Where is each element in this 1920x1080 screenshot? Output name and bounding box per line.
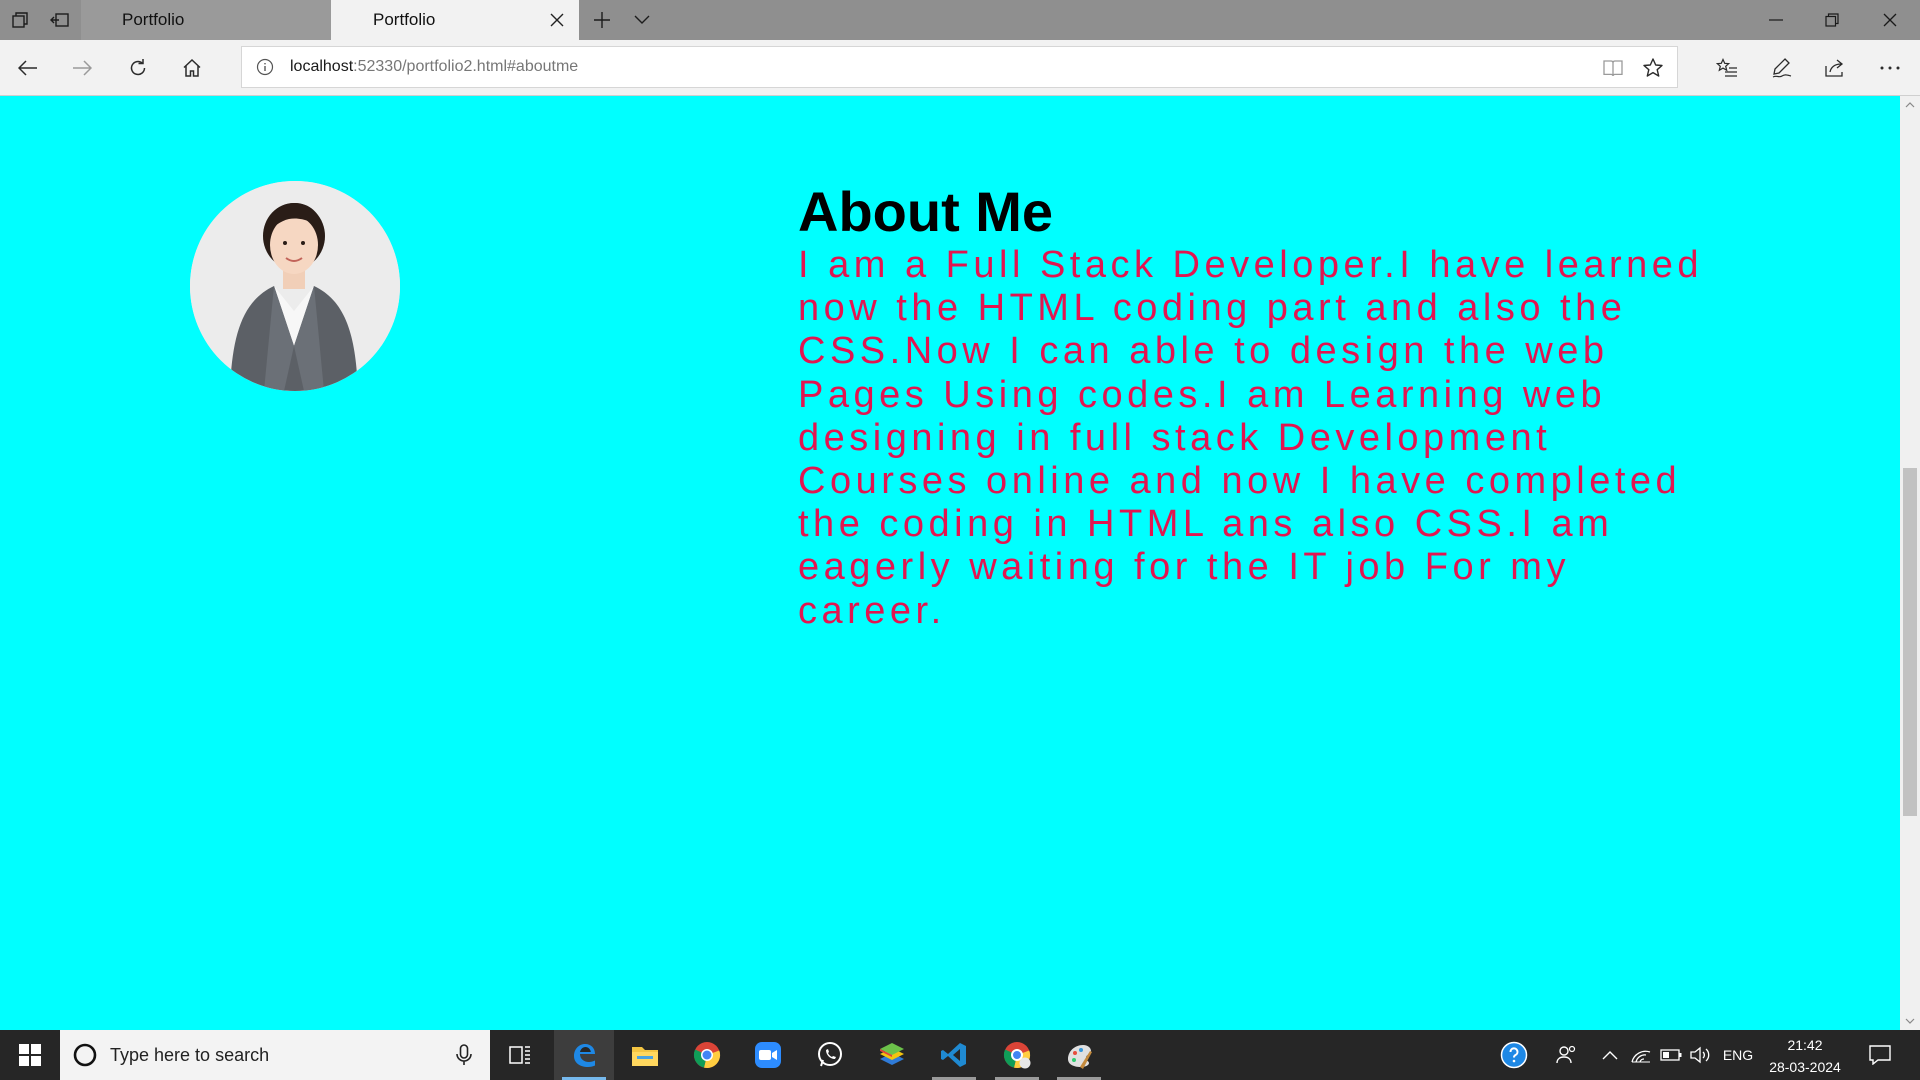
about-me-heading: About Me [798,180,1054,243]
home-icon[interactable] [172,48,212,88]
whatsapp-icon[interactable] [800,1030,860,1080]
tab-title: Portfolio [122,10,185,29]
taskbar-search-box[interactable]: Type here to search [60,1030,490,1080]
reading-view-icon[interactable] [1600,55,1626,81]
tab-portfolio-1[interactable]: Portfolio [81,0,331,40]
back-arrow-icon[interactable] [8,48,48,88]
language-indicator[interactable]: ENG [1718,1030,1758,1080]
zoom-icon[interactable] [738,1030,798,1080]
url-path: :52330/portfolio2.html#aboutme [353,58,579,75]
address-bar[interactable]: localhost:52330/portfolio2.html#aboutme [241,46,1678,88]
close-window-icon[interactable] [1862,0,1918,40]
windows-taskbar: Type here to search ENG 21:42 28-03-2024 [0,1030,1920,1080]
chrome-profile-icon[interactable] [987,1030,1047,1080]
chrome-icon[interactable] [677,1030,737,1080]
task-view-icon[interactable] [490,1030,550,1080]
volume-icon[interactable] [1686,1030,1716,1080]
file-explorer-icon[interactable] [615,1030,675,1080]
tab-portfolio-2[interactable]: Portfolio [331,0,579,40]
cortana-circle-icon [73,1043,97,1067]
people-icon[interactable] [1547,1030,1587,1080]
minimize-window-icon[interactable] [1748,0,1804,40]
clock-date: 28-03-2024 [1769,1059,1841,1075]
more-options-icon[interactable] [1870,48,1910,88]
scroll-down-arrow-icon[interactable] [1900,1012,1920,1030]
refresh-icon[interactable] [118,48,158,88]
favorite-star-icon[interactable] [1640,55,1666,81]
vscode-icon[interactable] [924,1030,984,1080]
help-icon[interactable] [1494,1030,1534,1080]
web-notes-pen-icon[interactable] [1762,48,1802,88]
url-text[interactable]: localhost:52330/portfolio2.html#aboutme [290,47,578,87]
browser-tab-bar: Portfolio Portfolio [0,0,1920,40]
page-scrollbar[interactable] [1900,96,1920,1030]
clock-time: 21:42 [1787,1037,1823,1053]
paint-3d-icon[interactable] [1049,1030,1109,1080]
scrollbar-thumb[interactable] [1903,468,1917,816]
about-me-section: About Me I am a Full Stack Developer.I h… [0,96,1900,1030]
wifi-icon[interactable] [1627,1030,1655,1080]
profile-photo [190,181,400,391]
search-placeholder: Type here to search [110,1045,270,1065]
taskbar-clock[interactable]: 21:42 28-03-2024 [1755,1030,1855,1080]
favorites-hub-icon[interactable] [1707,48,1747,88]
share-icon[interactable] [1815,48,1855,88]
new-tab-icon[interactable] [582,0,622,40]
set-tabs-aside-icon[interactable] [40,0,80,40]
browser-toolbar: localhost:52330/portfolio2.html#aboutme [0,40,1920,96]
battery-icon[interactable] [1657,1030,1685,1080]
close-tab-icon[interactable] [545,0,569,40]
edge-browser-icon[interactable] [554,1030,614,1080]
show-hidden-icons-chevron-up-icon[interactable] [1598,1030,1622,1080]
bluestacks-icon[interactable] [862,1030,922,1080]
scroll-up-arrow-icon[interactable] [1900,96,1920,114]
action-center-notification-icon[interactable] [1860,1030,1900,1080]
restore-window-icon[interactable] [1804,0,1860,40]
url-host: localhost [290,58,354,75]
tab-manager-icon[interactable] [0,0,40,40]
windows-start-icon[interactable] [0,1030,60,1080]
tab-preview-chevron-down-icon[interactable] [622,0,662,40]
site-info-icon[interactable] [256,58,274,76]
microphone-icon[interactable] [452,1043,476,1067]
about-me-paragraph: I am a Full Stack Developer.I have learn… [798,244,1704,632]
forward-arrow-icon[interactable] [62,48,102,88]
tab-title: Portfolio [373,10,436,29]
